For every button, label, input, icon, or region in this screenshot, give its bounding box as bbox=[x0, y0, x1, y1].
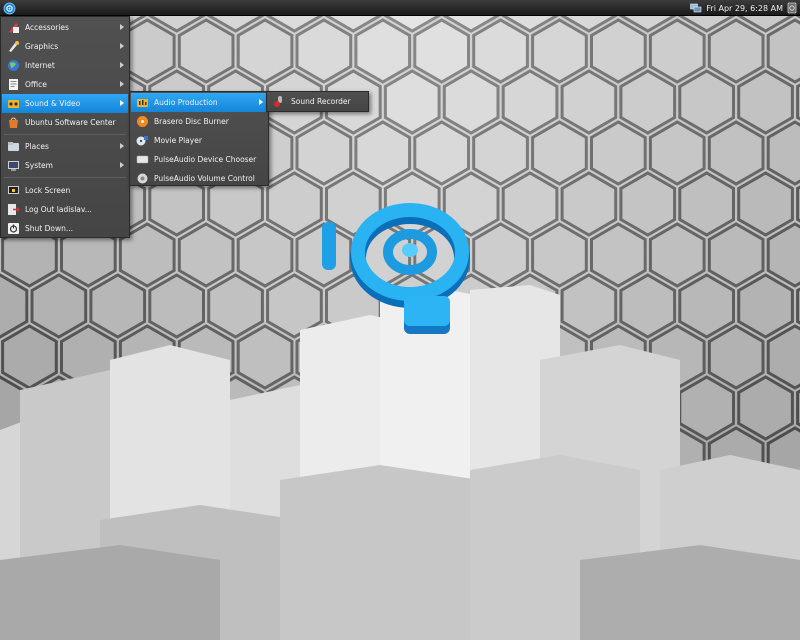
menu-item-label: Office bbox=[25, 80, 47, 89]
block-columns bbox=[0, 285, 800, 640]
menu-item-graphics[interactable]: Graphics bbox=[2, 37, 128, 56]
menu-separator bbox=[4, 134, 126, 135]
menu-item-pulseaudio-volume-control[interactable]: PulseAudio Volume Control bbox=[131, 169, 267, 188]
network-icon[interactable] bbox=[690, 3, 702, 14]
sound-video-icon bbox=[6, 97, 20, 111]
submenu-arrow-icon bbox=[120, 24, 124, 30]
menu-item-label: Lock Screen bbox=[25, 186, 71, 195]
menu-item-places[interactable]: Places bbox=[2, 137, 128, 156]
menu-item-label: Log Out ladislav... bbox=[25, 205, 92, 214]
menu-item-shut-down[interactable]: Shut Down... bbox=[2, 219, 128, 238]
menu-item-label: Audio Production bbox=[154, 98, 218, 107]
system-tray: Fri Apr 29, 6:28 AM bbox=[690, 0, 800, 16]
lock-screen-icon bbox=[6, 184, 20, 198]
pulseaudio-volume-icon bbox=[135, 172, 149, 186]
applications-menu: Accessories Graphics Internet Office Sou… bbox=[0, 16, 130, 238]
menu-item-accessories[interactable]: Accessories bbox=[2, 18, 128, 37]
menu-item-label: Sound & Video bbox=[25, 99, 81, 108]
menu-item-ubuntu-software-center[interactable]: Ubuntu Software Center bbox=[2, 113, 128, 132]
menu-item-movie-player[interactable]: Movie Player bbox=[131, 131, 267, 150]
menu-item-label: System bbox=[25, 161, 53, 170]
submenu-arrow-icon bbox=[120, 81, 124, 87]
accessories-icon bbox=[6, 21, 20, 35]
log-out-icon bbox=[6, 203, 20, 217]
clock[interactable]: Fri Apr 29, 6:28 AM bbox=[706, 4, 783, 13]
menu-item-audio-production[interactable]: Audio Production bbox=[131, 93, 267, 112]
menu-item-internet[interactable]: Internet bbox=[2, 56, 128, 75]
menu-item-label: PulseAudio Device Chooser bbox=[154, 155, 257, 164]
session-icon[interactable] bbox=[787, 2, 797, 14]
brasero-icon bbox=[135, 115, 149, 129]
menu-item-log-out[interactable]: Log Out ladislav... bbox=[2, 200, 128, 219]
menu-item-lock-screen[interactable]: Lock Screen bbox=[2, 181, 128, 200]
menu-item-label: Brasero Disc Burner bbox=[154, 117, 229, 126]
sound-recorder-icon bbox=[272, 95, 286, 109]
menu-item-label: Ubuntu Software Center bbox=[25, 118, 116, 127]
menu-item-system[interactable]: System bbox=[2, 156, 128, 175]
audio-production-submenu: Sound Recorder bbox=[266, 91, 369, 112]
menu-item-label: Internet bbox=[25, 61, 55, 70]
menu-item-label: Shut Down... bbox=[25, 224, 73, 233]
menu-item-label: Graphics bbox=[25, 42, 59, 51]
software-center-icon bbox=[6, 116, 20, 130]
menu-separator bbox=[4, 177, 126, 178]
submenu-arrow-icon bbox=[120, 143, 124, 149]
menu-item-sound-recorder[interactable]: Sound Recorder bbox=[268, 92, 367, 111]
submenu-arrow-icon bbox=[259, 99, 263, 105]
submenu-arrow-icon bbox=[120, 162, 124, 168]
top-panel: Fri Apr 29, 6:28 AM bbox=[0, 0, 800, 16]
ubuntu-logo-icon bbox=[3, 2, 15, 14]
menu-item-label: Accessories bbox=[25, 23, 69, 32]
system-icon bbox=[6, 159, 20, 173]
menu-item-label: Movie Player bbox=[154, 136, 202, 145]
menu-item-office[interactable]: Office bbox=[2, 75, 128, 94]
main-menu-button[interactable] bbox=[1, 0, 17, 16]
audio-production-icon bbox=[135, 96, 149, 110]
menu-item-sound-video[interactable]: Sound & Video bbox=[2, 94, 128, 113]
shut-down-icon bbox=[6, 222, 20, 236]
menu-item-brasero[interactable]: Brasero Disc Burner bbox=[131, 112, 267, 131]
office-icon bbox=[6, 78, 20, 92]
places-icon bbox=[6, 140, 20, 154]
menu-item-label: Places bbox=[25, 142, 49, 151]
submenu-arrow-icon bbox=[120, 62, 124, 68]
sound-video-submenu: Audio Production Brasero Disc Burner Mov… bbox=[129, 91, 269, 186]
menu-item-label: Sound Recorder bbox=[291, 97, 351, 106]
menu-item-pulseaudio-device-chooser[interactable]: PulseAudio Device Chooser bbox=[131, 150, 267, 169]
movie-player-icon bbox=[135, 134, 149, 148]
pulseaudio-device-icon bbox=[135, 153, 149, 167]
internet-icon bbox=[6, 59, 20, 73]
submenu-arrow-icon bbox=[120, 100, 124, 106]
graphics-icon bbox=[6, 40, 20, 54]
menu-item-label: PulseAudio Volume Control bbox=[154, 174, 255, 183]
submenu-arrow-icon bbox=[120, 43, 124, 49]
